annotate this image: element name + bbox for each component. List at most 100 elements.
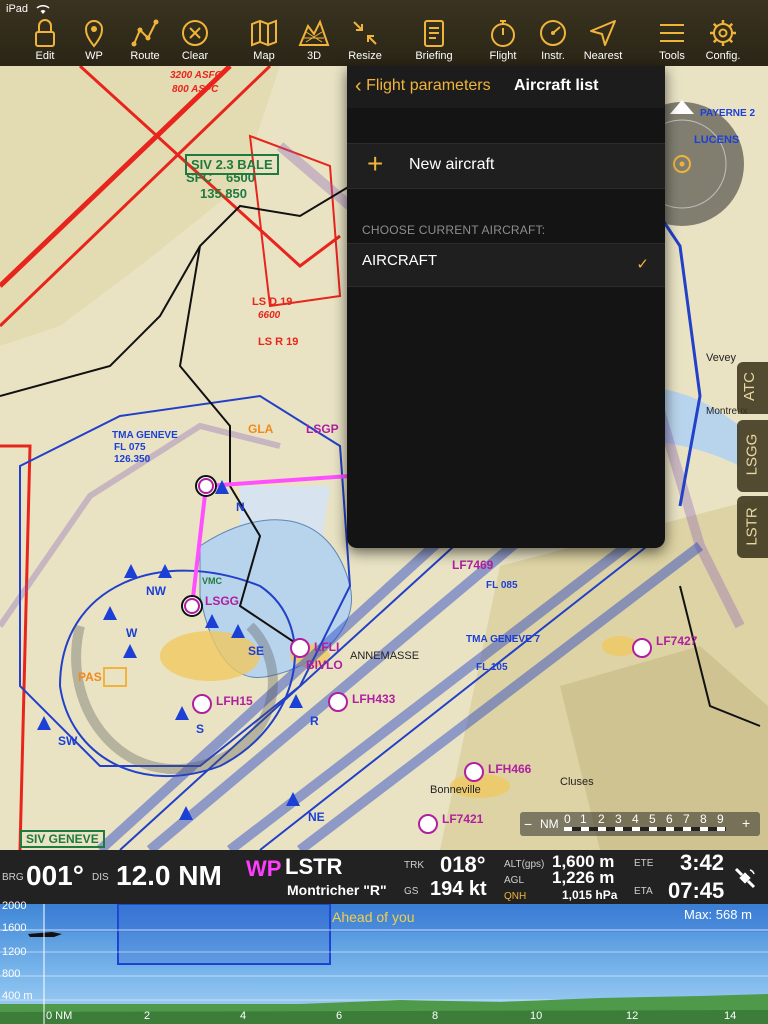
scale-tick-2: 2 xyxy=(598,812,605,826)
map-label-n: N xyxy=(236,500,245,514)
toolbar-instr-button[interactable]: Instr. xyxy=(527,14,579,64)
brg-value: 001° xyxy=(26,860,84,891)
map-label-pas: PAS xyxy=(78,670,102,684)
map-label-annemasse: ANNEMASSE xyxy=(350,650,420,662)
ete-value: 3:42 xyxy=(680,850,725,875)
toolbar-route-label: Route xyxy=(130,50,160,62)
map-label-lf7427: LF7427 xyxy=(656,634,698,648)
map-scale-bar: − NM 0 1 2 3 4 5 6 7 8 9 + xyxy=(520,812,760,836)
toolbar-tools-button[interactable]: Tools xyxy=(646,14,698,64)
x-tick-2: 2 xyxy=(144,1010,151,1022)
map-label-alt-6600: 6600 xyxy=(258,310,281,321)
zoom-in-button[interactable]: + xyxy=(742,815,750,831)
toolbar-edit-button[interactable]: Edit xyxy=(19,14,71,64)
map-label-nw: NW xyxy=(146,584,166,598)
qnh-label: QNH xyxy=(504,891,527,902)
toolbar-wp-label: WP xyxy=(85,50,103,62)
side-tab-atc[interactable]: ATC xyxy=(737,362,768,414)
gauge-icon xyxy=(540,20,566,46)
toolbar-clear-button[interactable]: Clear xyxy=(169,14,221,64)
dis-value: 12.0 NM xyxy=(116,860,222,891)
x-tick-0: 0 NM xyxy=(46,1010,73,1022)
map-label-lfh466: LFH466 xyxy=(488,762,532,776)
toolbar-route-button[interactable]: Route xyxy=(119,14,171,64)
map-label-cluses: Cluses xyxy=(560,776,594,788)
scale-tick-5: 5 xyxy=(649,812,656,826)
y-tick-2000: 2000 xyxy=(2,900,27,912)
alt-label: ALT(gps) xyxy=(504,859,545,870)
map-label-freq-bale: 135.850 xyxy=(200,186,247,201)
scale-tick-6: 6 xyxy=(666,812,673,826)
map-label-w: W xyxy=(126,626,138,640)
back-button-label: Flight parameters xyxy=(366,77,491,94)
toolbar-3d-label: 3D xyxy=(306,50,322,62)
agl-value: 1,226 m xyxy=(552,868,615,887)
wp-code: LSTR xyxy=(285,854,343,879)
map-label-freq-tma: 126.350 xyxy=(114,454,151,465)
back-to-flight-parameters-button[interactable]: ‹ Flight parameters xyxy=(355,76,491,96)
map-label-lsgg: LSGG xyxy=(205,594,240,608)
map-label-fl105: FL 105 xyxy=(476,662,508,673)
popover-header: ‹ Flight parameters Aircraft list xyxy=(347,66,665,108)
toolbar-map-button[interactable]: Map xyxy=(238,14,290,64)
map-icon xyxy=(251,19,277,47)
wp-name: Montricher "R" xyxy=(287,882,387,898)
side-tab-lsgg-label: LSGG xyxy=(743,433,761,476)
map-label-vmc: VMC xyxy=(202,576,222,586)
map-label-lfli: LFLI xyxy=(314,640,340,654)
map-label-fl085: FL 085 xyxy=(486,580,518,591)
x-tick-6: 6 xyxy=(336,1010,343,1022)
lock-icon xyxy=(35,19,55,47)
gear-icon xyxy=(710,20,736,46)
map-label-ge: SE xyxy=(248,644,265,658)
toolbar-3d-button[interactable]: 3D xyxy=(288,14,340,64)
toolbar-config-label: Config. xyxy=(705,50,741,62)
map-label-tma-geneve7: TMA GENEVE 7 xyxy=(466,634,541,645)
aircraft-list-popover: ‹ Flight parameters Aircraft list + New … xyxy=(347,66,665,548)
ahead-of-you-label: Ahead of you xyxy=(332,909,415,925)
toolbar-tools-label: Tools xyxy=(659,50,685,62)
gs-value: 194 kt xyxy=(430,878,487,900)
map-label-r: R xyxy=(310,714,319,728)
toolbar-nearest-button[interactable]: Nearest xyxy=(577,14,629,64)
aircraft-name: AIRCRAFT xyxy=(362,252,437,269)
map-label-lucens: LUCENS xyxy=(694,134,740,146)
map-label-tma-geneve: TMA GENEVE xyxy=(112,430,178,441)
route-icon xyxy=(131,19,159,47)
side-tab-lsgg[interactable]: LSGG xyxy=(737,420,768,492)
toolbar-resize-button[interactable]: Resize xyxy=(339,14,391,64)
x-tick-4: 4 xyxy=(240,1010,247,1022)
map-label-payerne: PAYERNE 2 xyxy=(700,108,756,119)
map-label-ls-r19: LS R 19 xyxy=(258,336,299,348)
map-label-sw: SW xyxy=(58,734,78,748)
toolbar-flight-button[interactable]: Flight xyxy=(477,14,529,64)
side-tab-lstr[interactable]: LSTR xyxy=(737,496,768,558)
map-label-siv-geneve: SIV GENEVE xyxy=(20,830,105,848)
toolbar-nearest-label: Nearest xyxy=(583,50,623,62)
map-label-lfh15: LFH15 xyxy=(216,694,253,708)
toolbar-briefing-button[interactable]: Briefing xyxy=(408,14,460,64)
agl-label: AGL xyxy=(504,875,525,886)
eta-value: 07:45 xyxy=(668,878,725,903)
scale-tick-7: 7 xyxy=(683,812,690,826)
map-label-vevey: Vevey xyxy=(706,352,736,364)
y-tick-400: 400 m xyxy=(2,990,33,1002)
aircraft-list-item[interactable]: AIRCRAFT ✓ xyxy=(347,243,665,287)
pin-icon xyxy=(84,20,104,48)
y-tick-800: 800 xyxy=(2,968,21,980)
toolbar-wp-button[interactable]: WP xyxy=(68,14,120,64)
toolbar-briefing-label: Briefing xyxy=(415,50,453,62)
new-aircraft-row[interactable]: + New aircraft xyxy=(347,143,665,189)
zoom-out-button[interactable]: − xyxy=(524,816,532,832)
toolbar-flight-label: Flight xyxy=(489,50,517,62)
toolbar-config-button[interactable]: Config. xyxy=(697,14,749,64)
y-tick-1200: 1200 xyxy=(2,946,27,958)
nearest-icon xyxy=(590,20,616,46)
gs-label: GS xyxy=(404,886,419,897)
map-label-bivlo: BIVLO xyxy=(306,658,343,672)
map-label-s: S xyxy=(196,722,205,736)
plus-icon: + xyxy=(367,148,384,179)
choose-aircraft-section-header: CHOOSE CURRENT AIRCRAFT: xyxy=(362,223,546,237)
vertical-profile[interactable]: Ahead of you Max: 568 m 2000 1600 1200 8… xyxy=(0,900,768,1024)
wp-label: WP xyxy=(246,856,282,881)
